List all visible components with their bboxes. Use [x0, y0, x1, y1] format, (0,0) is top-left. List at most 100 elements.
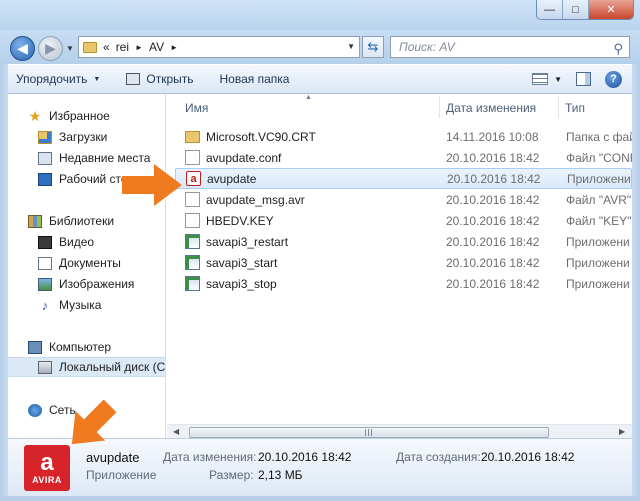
nav-downloads[interactable]: Загрузки — [8, 127, 107, 147]
column-name[interactable]: Имя — [185, 101, 208, 115]
nav-label: Документы — [59, 256, 121, 270]
nav-pictures[interactable]: Изображения — [8, 274, 134, 294]
nav-desktop[interactable]: Рабочий стол — [8, 169, 134, 189]
scroll-right-icon[interactable]: ▶ — [619, 427, 625, 436]
file-name: avupdate_msg.avr — [206, 192, 305, 207]
nav-libraries[interactable]: Библиотеки — [8, 211, 114, 231]
folder-icon — [83, 41, 97, 53]
recent-pages-dropdown[interactable]: ▼ — [66, 44, 74, 53]
maximize-button[interactable]: □ — [563, 0, 589, 19]
annotation-arrow-icon — [122, 164, 182, 206]
organize-label: Упорядочить — [16, 72, 88, 86]
file-type: Файл "CONF — [566, 150, 632, 165]
local-disk-icon — [38, 360, 52, 374]
file-row[interactable]: savapi3_start 20.10.2016 18:42 Приложени — [175, 252, 632, 273]
breadcrumb-rei[interactable]: rei — [116, 40, 129, 54]
details-file-name: avupdate — [86, 450, 140, 465]
application-icon — [185, 255, 200, 270]
nav-favorites[interactable]: ★ Избранное — [8, 106, 110, 126]
file-row-selected[interactable]: a avupdate 20.10.2016 18:42 Приложени — [175, 168, 632, 189]
organize-menu[interactable]: Упорядочить ▼ — [8, 67, 108, 91]
nav-label: Избранное — [49, 109, 110, 123]
documents-icon — [38, 256, 52, 270]
window-frame-left — [0, 64, 8, 501]
breadcrumb-separator-icon[interactable]: ► — [135, 43, 143, 52]
file-date: 20.10.2016 18:42 — [446, 192, 540, 207]
file-name: HBEDV.KEY — [206, 213, 274, 228]
file-date: 20.10.2016 18:42 — [446, 255, 540, 270]
scrollbar-thumb[interactable] — [189, 427, 549, 438]
column-date-modified[interactable]: Дата изменения — [446, 101, 536, 115]
file-row[interactable]: savapi3_restart 20.10.2016 18:42 Приложе… — [175, 231, 632, 252]
address-dropdown-icon[interactable]: ▼ — [347, 42, 355, 51]
forward-button[interactable]: ▶ — [38, 36, 63, 61]
search-icon[interactable]: ⚲ — [613, 39, 623, 59]
avira-app-icon: a AVIRA — [24, 445, 70, 491]
nav-computer[interactable]: Компьютер — [8, 337, 111, 357]
column-type[interactable]: Тип — [565, 101, 585, 115]
application-icon — [185, 276, 200, 291]
window-frame-right — [632, 64, 640, 501]
preview-pane-icon[interactable] — [576, 72, 591, 86]
search-input[interactable]: Поиск: AV ⚲ — [390, 36, 630, 58]
horizontal-scrollbar[interactable]: ◀ ▶ — [167, 424, 632, 439]
minimize-button[interactable]: — — [537, 0, 563, 19]
details-size-label: Размер: — [209, 468, 254, 482]
open-icon — [126, 73, 141, 85]
downloads-folder-icon — [38, 130, 52, 144]
breadcrumb-separator-icon[interactable]: ► — [170, 43, 178, 52]
breadcrumb-av[interactable]: AV — [149, 40, 164, 54]
search-placeholder: Поиск: AV — [399, 40, 455, 54]
file-date: 20.10.2016 18:42 — [446, 234, 540, 249]
file-row[interactable]: Microsoft.VC90.CRT 14.11.2016 10:08 Папк… — [175, 126, 632, 147]
file-date: 20.10.2016 18:42 — [446, 276, 540, 291]
nav-local-disk[interactable]: Локальный диск (С — [8, 357, 165, 377]
file-type: Приложени — [566, 234, 630, 249]
new-folder-button[interactable]: Новая папка — [212, 67, 298, 91]
back-button[interactable]: ◀ — [10, 36, 35, 61]
nav-music[interactable]: ♪ Музыка — [8, 295, 102, 315]
help-icon[interactable]: ? — [605, 70, 622, 88]
star-icon: ★ — [28, 107, 42, 124]
view-options-icon[interactable] — [532, 73, 549, 85]
command-bar: Упорядочить ▼ Открыть Новая папка ▼ ? — [8, 64, 632, 94]
nav-label: Видео — [59, 235, 95, 249]
file-row[interactable]: avupdate_msg.avr 20.10.2016 18:42 Файл "… — [175, 189, 632, 210]
open-button[interactable]: Открыть — [118, 67, 201, 91]
file-date: 20.10.2016 18:42 — [446, 150, 540, 165]
avira-logo-text: AVIRA — [32, 475, 62, 485]
details-modified-label: Дата изменения: — [163, 450, 257, 464]
avira-logo-icon: a — [40, 449, 54, 476]
column-divider[interactable] — [439, 96, 440, 118]
sort-up-icon: ▲ — [305, 94, 312, 101]
file-name: avupdate.conf — [206, 150, 282, 165]
nav-documents[interactable]: Документы — [8, 253, 121, 273]
file-name: Microsoft.VC90.CRT — [206, 129, 316, 144]
avira-icon: a — [186, 171, 201, 186]
column-divider[interactable] — [558, 96, 559, 118]
file-type: Папка с фай — [566, 129, 632, 144]
view-dropdown-icon[interactable]: ▼ — [554, 75, 562, 84]
nav-label: Изображения — [59, 277, 135, 291]
annotation-arrow-icon — [71, 400, 117, 445]
grip-icon — [365, 429, 373, 436]
file-row[interactable]: avupdate.conf 20.10.2016 18:42 Файл "CON… — [175, 147, 632, 168]
file-name: avupdate — [207, 171, 257, 186]
new-folder-label: Новая папка — [219, 72, 290, 86]
nav-video[interactable]: Видео — [8, 232, 94, 252]
file-name: savapi3_stop — [206, 276, 277, 291]
close-button[interactable]: ✕ — [589, 0, 633, 19]
file-icon — [185, 150, 200, 165]
scroll-left-icon[interactable]: ◀ — [173, 427, 179, 436]
file-icon — [185, 192, 200, 207]
address-bar[interactable]: « rei ► AV ► ▼ — [78, 36, 360, 58]
file-row[interactable]: savapi3_stop 20.10.2016 18:42 Приложени — [175, 273, 632, 294]
breadcrumb-overflow[interactable]: « — [103, 40, 110, 54]
file-date: 20.10.2016 18:42 — [446, 213, 540, 228]
window-frame-bottom — [0, 496, 640, 501]
refresh-button[interactable]: ⇆ — [362, 36, 384, 58]
file-type: Приложени — [566, 276, 630, 291]
pictures-icon — [38, 277, 52, 291]
application-icon — [185, 234, 200, 249]
file-row[interactable]: HBEDV.KEY 20.10.2016 18:42 Файл "KEY" — [175, 210, 632, 231]
